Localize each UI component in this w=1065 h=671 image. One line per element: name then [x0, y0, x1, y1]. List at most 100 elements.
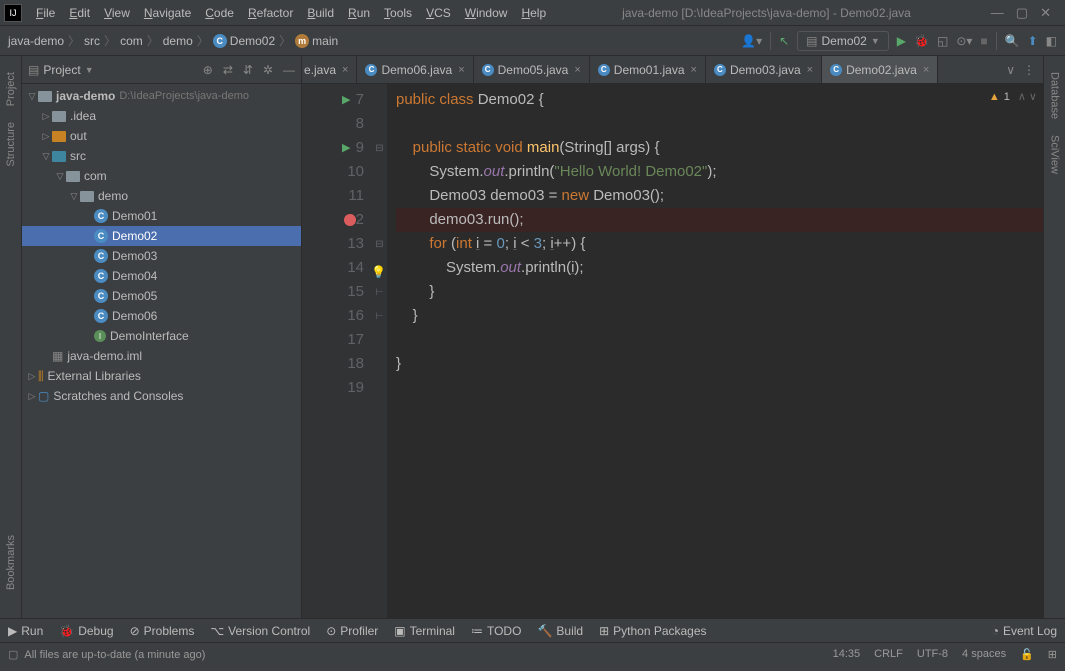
fold-marker[interactable]: [372, 208, 387, 232]
tree-class-demo06[interactable]: CDemo06: [22, 306, 301, 326]
tabs-more-icon[interactable]: ⋮: [1023, 63, 1035, 77]
run-marker-icon[interactable]: ▶: [342, 136, 350, 160]
tree-out[interactable]: ▷out: [22, 126, 301, 146]
breakpoint-icon[interactable]: [344, 214, 356, 226]
line-separator[interactable]: CRLF: [874, 648, 903, 661]
search-icon[interactable]: 🔍: [1005, 34, 1020, 48]
intention-bulb-icon[interactable]: 💡: [371, 260, 386, 284]
code-line-16[interactable]: }: [396, 304, 1043, 328]
gutter-line-18[interactable]: 18: [302, 352, 364, 376]
gutter-line-15[interactable]: 15: [302, 280, 364, 304]
chevron-down-icon[interactable]: ▼: [85, 65, 94, 75]
rail-bookmarks[interactable]: Bookmarks: [5, 535, 17, 590]
tool-version control[interactable]: ⌥Version Control: [210, 624, 310, 638]
fold-marker[interactable]: [372, 88, 387, 112]
breadcrumb-item[interactable]: com: [120, 34, 143, 48]
breadcrumb-class[interactable]: CDemo02: [213, 34, 275, 48]
rail-sciview[interactable]: SciView: [1049, 135, 1061, 174]
ide-settings-icon[interactable]: ◧: [1046, 34, 1057, 48]
fold-marker[interactable]: [372, 328, 387, 352]
tool-python packages[interactable]: ⊞Python Packages: [599, 624, 706, 638]
status-icon[interactable]: ▢: [8, 648, 18, 661]
tree-class-demo05[interactable]: CDemo05: [22, 286, 301, 306]
gutter-line-17[interactable]: 17: [302, 328, 364, 352]
project-tree[interactable]: ▽java-demoD:\IdeaProjects\java-demo▷.ide…: [22, 84, 301, 618]
run-config-selector[interactable]: ▤ Demo02 ▼: [797, 31, 889, 51]
gutter-line-10[interactable]: 10: [302, 160, 364, 184]
tool-todo[interactable]: ≔TODO: [471, 624, 521, 638]
mem-icon[interactable]: ⊞: [1048, 648, 1057, 661]
run-button[interactable]: ▶: [897, 34, 906, 48]
gutter-line-11[interactable]: 11: [302, 184, 364, 208]
fold-column[interactable]: ⊟⊟⊢⊢: [372, 84, 388, 618]
breadcrumb-item[interactable]: src: [84, 34, 100, 48]
stop-button[interactable]: ■: [980, 34, 987, 48]
code-area[interactable]: public class Demo02 { public static void…: [388, 84, 1043, 618]
tab-demo06[interactable]: CDemo06.java×: [357, 56, 473, 83]
code-line-19[interactable]: [396, 376, 1043, 400]
inspection-badge[interactable]: ▲ 1 ∧ ∨: [989, 90, 1037, 103]
maximize-button[interactable]: ▢: [1016, 5, 1028, 21]
menu-refactor[interactable]: Refactor: [242, 3, 299, 23]
breadcrumb-method[interactable]: mmain: [295, 34, 338, 48]
gutter-line-12[interactable]: 12: [302, 208, 364, 232]
code-line-15[interactable]: }: [396, 280, 1043, 304]
code-line-18[interactable]: }: [396, 352, 1043, 376]
gutter-line-14[interactable]: 💡14: [302, 256, 364, 280]
close-button[interactable]: ✕: [1040, 5, 1051, 21]
lock-icon[interactable]: 🔓: [1020, 648, 1034, 661]
tree-src[interactable]: ▽src: [22, 146, 301, 166]
tree-class-demo04[interactable]: CDemo04: [22, 266, 301, 286]
menu-vcs[interactable]: VCS: [420, 3, 457, 23]
tree-external-libs[interactable]: ▷⫼External Libraries: [22, 366, 301, 386]
caret-position[interactable]: 14:35: [833, 648, 861, 661]
tool-debug[interactable]: 🐞Debug: [59, 624, 113, 638]
collapse-icon[interactable]: ⇵: [243, 63, 253, 77]
menu-run[interactable]: Run: [342, 3, 376, 23]
gutter-line-16[interactable]: 16: [302, 304, 364, 328]
tab-demo02[interactable]: CDemo02.java×: [822, 56, 938, 83]
tab-hidden[interactable]: e.java×: [302, 56, 357, 83]
menu-view[interactable]: View: [98, 3, 136, 23]
tree-class-demo03[interactable]: CDemo03: [22, 246, 301, 266]
code-line-11[interactable]: Demo03 demo03 = new Demo03();: [396, 184, 1043, 208]
hide-panel-icon[interactable]: —: [283, 63, 295, 77]
settings-icon[interactable]: ✲: [263, 63, 273, 77]
menu-tools[interactable]: Tools: [378, 3, 418, 23]
menu-build[interactable]: Build: [301, 3, 340, 23]
fold-marker[interactable]: ⊟: [372, 232, 387, 256]
tree-demo[interactable]: ▽demo: [22, 186, 301, 206]
menu-help[interactable]: Help: [515, 3, 552, 23]
code-line-8[interactable]: [396, 112, 1043, 136]
menu-window[interactable]: Window: [459, 3, 514, 23]
fold-marker[interactable]: [372, 160, 387, 184]
tab-demo03[interactable]: CDemo03.java×: [706, 56, 822, 83]
rail-structure[interactable]: Structure: [5, 122, 17, 167]
fold-marker[interactable]: [372, 376, 387, 400]
indent-info[interactable]: 4 spaces: [962, 648, 1006, 661]
tab-demo05[interactable]: CDemo05.java×: [474, 56, 590, 83]
line-gutter[interactable]: ▶78▶910111213💡141516171819: [302, 84, 372, 618]
sync-icon[interactable]: ⬆: [1028, 34, 1038, 48]
gutter-line-13[interactable]: 13: [302, 232, 364, 256]
tree-class-demo02[interactable]: CDemo02: [22, 226, 301, 246]
rail-project[interactable]: Project: [5, 72, 17, 106]
expand-all-icon[interactable]: ⇄: [223, 63, 233, 77]
tree-class-demo01[interactable]: CDemo01: [22, 206, 301, 226]
tab-demo01[interactable]: CDemo01.java×: [590, 56, 706, 83]
event-log-button[interactable]: ◔Event Log: [992, 624, 1057, 638]
code-line-13[interactable]: for (int i = 0; i < 3; i++) {: [396, 232, 1043, 256]
code-line-10[interactable]: System.out.println("Hello World! Demo02"…: [396, 160, 1043, 184]
fold-marker[interactable]: [372, 352, 387, 376]
tool-profiler[interactable]: ⊙Profiler: [326, 624, 378, 638]
profile-button[interactable]: ⊙▾: [956, 34, 972, 48]
run-marker-icon[interactable]: ▶: [342, 88, 350, 112]
tool-problems[interactable]: ⊘Problems: [130, 624, 195, 638]
breadcrumb-item[interactable]: java-demo: [8, 34, 64, 48]
editor-body[interactable]: ▶78▶910111213💡141516171819 ⊟⊟⊢⊢ public c…: [302, 84, 1043, 618]
minimize-button[interactable]: —: [991, 5, 1004, 21]
hammer-icon[interactable]: ↖: [779, 34, 789, 48]
fold-marker[interactable]: ⊟: [372, 136, 387, 160]
tree-interface[interactable]: IDemoInterface: [22, 326, 301, 346]
tool-run[interactable]: ▶Run: [8, 624, 43, 638]
